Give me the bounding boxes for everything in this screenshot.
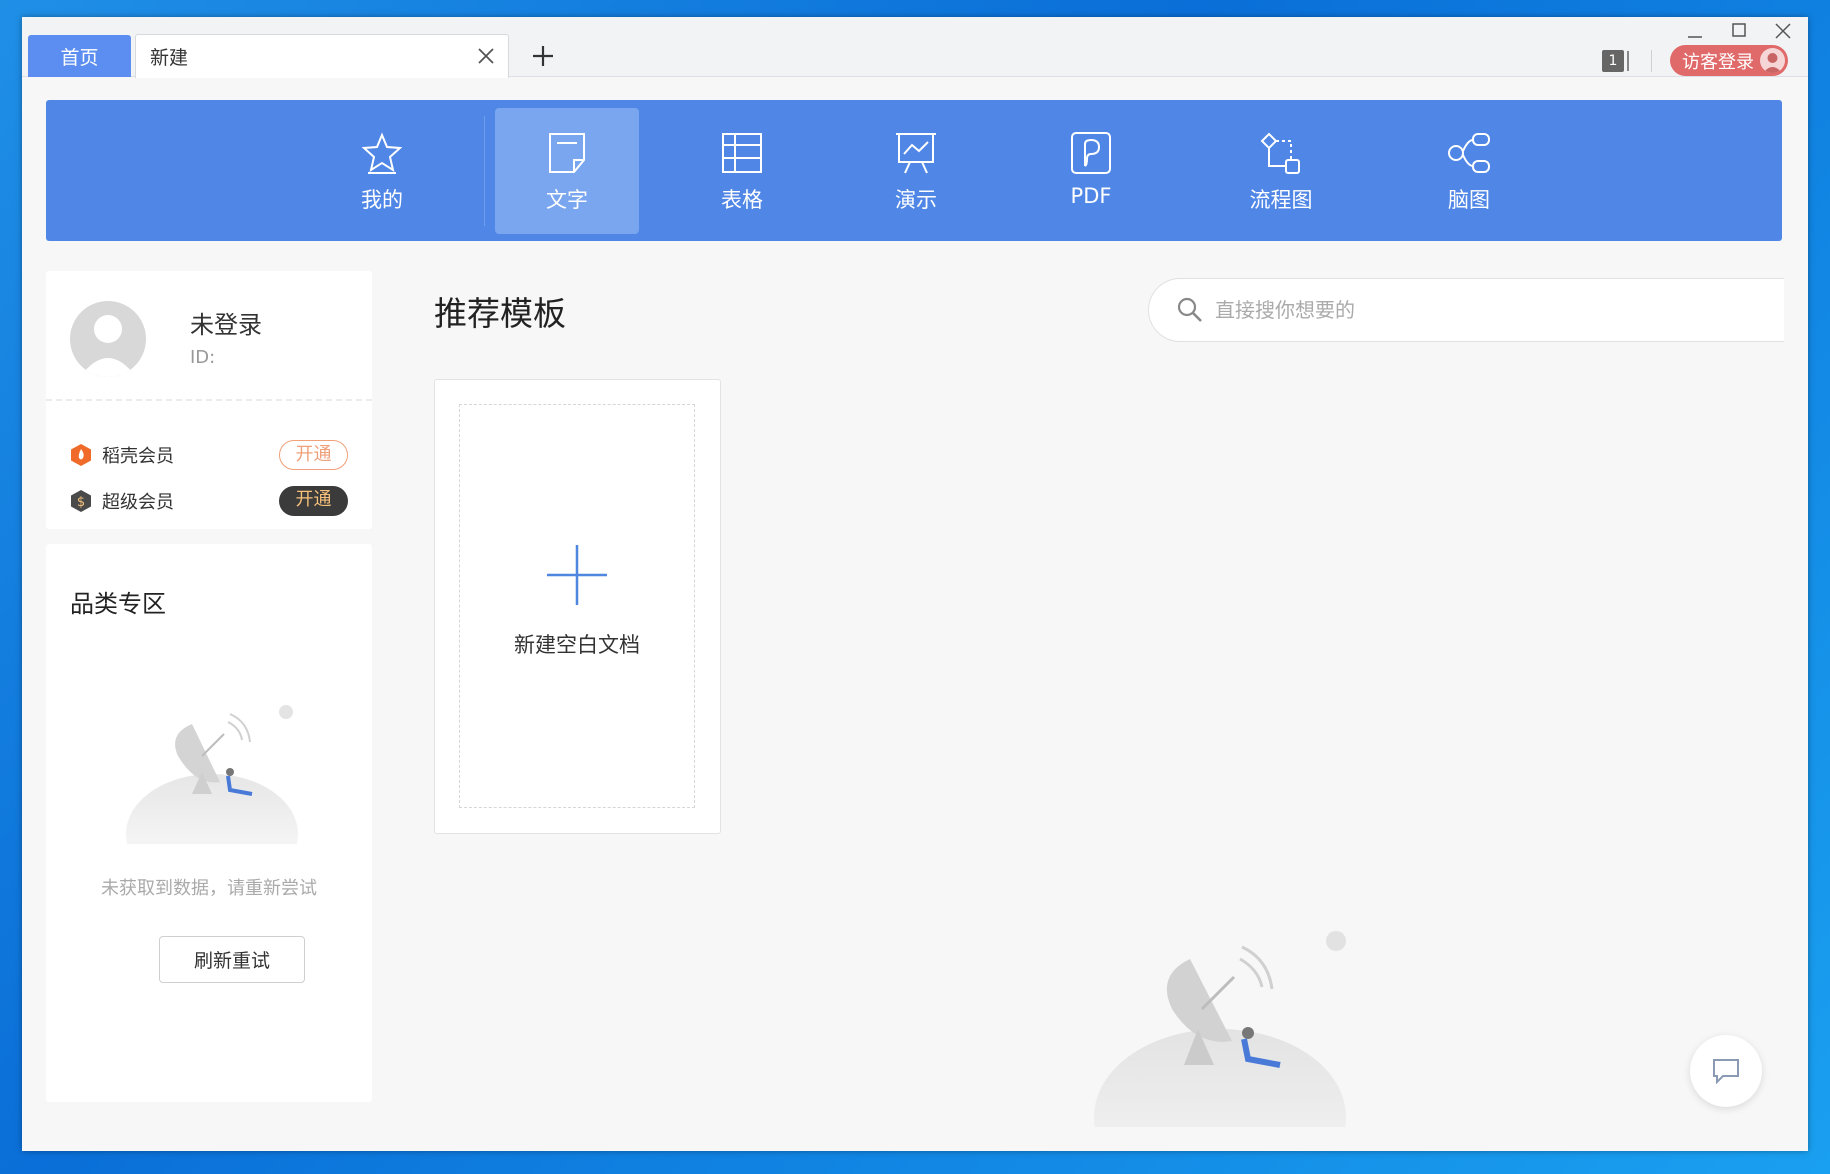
guest-login-button[interactable]: 访客登录 — [1670, 45, 1788, 76]
category-card: 品类专区 未获取到数据，请重新尝试 刷新重试 — [46, 544, 372, 1102]
search-icon — [1177, 297, 1202, 322]
app-window: 首页 新建 1 访客登录 我的 文字 表格 演示 PDF 流程图 脑图 未登录 … — [22, 17, 1808, 1151]
ribbon-label: 我的 — [361, 188, 403, 212]
presentation-icon — [896, 133, 936, 174]
category-title: 品类专区 — [70, 590, 166, 618]
membership-label: 超级会员 — [102, 492, 174, 513]
user-card: 未登录 ID: 稻壳会员 开通 $ 超级会员 开通 — [46, 271, 372, 529]
empty-message: 未获取到数据，请重新尝试 — [101, 878, 317, 899]
maximize-icon[interactable] — [1728, 21, 1750, 43]
new-blank-document-card[interactable]: 新建空白文档 — [434, 379, 721, 834]
ribbon-item-sheet[interactable]: 表格 — [670, 108, 814, 234]
ribbon-label: 流程图 — [1249, 188, 1313, 212]
section-title: 推荐模板 — [434, 294, 566, 333]
close-icon[interactable] — [476, 46, 496, 66]
tab-new-document[interactable]: 新建 — [135, 34, 509, 78]
doc-count: 1 — [1602, 50, 1624, 72]
pdf-icon — [1071, 132, 1111, 174]
app-ribbon: 我的 文字 表格 演示 PDF 流程图 脑图 — [46, 100, 1782, 241]
empty-state-illustration — [126, 705, 298, 844]
ribbon-item-mindmap[interactable]: 脑图 — [1397, 108, 1541, 234]
guest-login-label: 访客登录 — [1682, 51, 1754, 73]
ribbon-label: 文字 — [546, 188, 588, 212]
membership-row-docer: 稻壳会员 开通 — [70, 440, 348, 470]
ribbon-label: 脑图 — [1448, 188, 1490, 212]
ribbon-item-presentation[interactable]: 演示 — [844, 108, 988, 234]
plus-icon — [547, 545, 607, 605]
svg-text:$: $ — [77, 495, 85, 510]
ribbon-divider — [484, 116, 485, 226]
docer-member-icon — [71, 444, 91, 466]
tab-home[interactable]: 首页 — [28, 35, 131, 77]
document-icon — [549, 133, 585, 173]
template-search — [1148, 278, 1784, 342]
window-controls — [1684, 21, 1794, 43]
guest-avatar-icon — [1760, 48, 1785, 73]
ribbon-label: PDF — [1070, 184, 1112, 208]
user-avatar-icon — [80, 315, 136, 377]
title-bar: 首页 新建 1 访客登录 — [22, 17, 1808, 78]
membership-row-super: $ 超级会员 开通 — [70, 486, 348, 516]
refresh-retry-button[interactable]: 刷新重试 — [159, 936, 305, 983]
minimize-icon[interactable] — [1684, 21, 1706, 43]
search-input[interactable] — [1215, 298, 1715, 322]
divider — [46, 399, 372, 401]
ribbon-label: 演示 — [895, 188, 937, 212]
new-blank-area: 新建空白文档 — [459, 404, 695, 808]
divider — [1651, 50, 1652, 72]
super-member-icon: $ — [71, 490, 91, 512]
tab-label: 新建 — [150, 47, 189, 69]
feedback-chat-button[interactable] — [1690, 1035, 1762, 1107]
add-tab-icon[interactable] — [530, 43, 556, 69]
new-blank-label: 新建空白文档 — [514, 633, 640, 657]
empty-illustration — [1094, 931, 1346, 1127]
table-icon — [722, 133, 762, 173]
chat-icon — [1713, 1059, 1739, 1085]
ribbon-item-mine[interactable]: 我的 — [310, 108, 454, 234]
user-id-label: ID: — [190, 347, 216, 368]
star-icon — [361, 132, 403, 174]
ribbon-item-flowchart[interactable]: 流程图 — [1209, 108, 1353, 234]
membership-label: 稻壳会员 — [102, 446, 174, 467]
document-count-badge[interactable]: 1 — [1602, 49, 1632, 73]
user-name[interactable]: 未登录 — [190, 305, 262, 340]
avatar[interactable] — [70, 301, 146, 377]
open-super-button[interactable]: 开通 — [279, 486, 348, 516]
ribbon-label: 表格 — [721, 188, 763, 212]
window-close-icon[interactable] — [1772, 21, 1794, 43]
ribbon-item-writer[interactable]: 文字 — [495, 108, 639, 234]
mindmap-icon — [1448, 133, 1490, 173]
flowchart-icon — [1260, 132, 1300, 174]
open-docer-button[interactable]: 开通 — [279, 440, 348, 470]
ribbon-item-pdf[interactable]: PDF — [1019, 108, 1163, 234]
